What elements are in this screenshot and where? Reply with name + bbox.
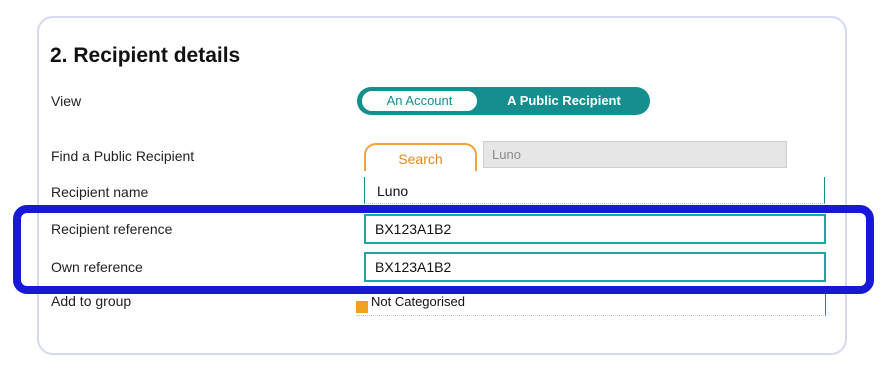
view-toggle[interactable]: An Account A Public Recipient [357,87,650,115]
recipient-reference-label: Recipient reference [51,221,173,237]
group-select[interactable]: Not Categorised [356,294,826,316]
own-reference-label: Own reference [51,259,143,275]
section-title: 2. Recipient details [50,44,241,67]
own-reference-input[interactable]: BX123A1B2 [364,252,826,282]
public-recipient-search-input[interactable]: Luno [483,141,787,168]
search-button[interactable]: Search [364,143,477,171]
toggle-option-public-recipient[interactable]: A Public Recipient [489,87,639,115]
recipient-name-value: Luno [364,177,825,204]
toggle-option-account[interactable]: An Account [361,90,478,112]
view-label: View [51,93,82,109]
add-to-group-label: Add to group [51,293,132,309]
group-value: Not Categorised [371,294,465,309]
recipient-name-label: Recipient name [51,184,149,200]
find-public-recipient-label: Find a Public Recipient [51,148,195,164]
recipient-reference-input[interactable]: BX123A1B2 [364,214,826,244]
folder-icon [356,300,368,313]
